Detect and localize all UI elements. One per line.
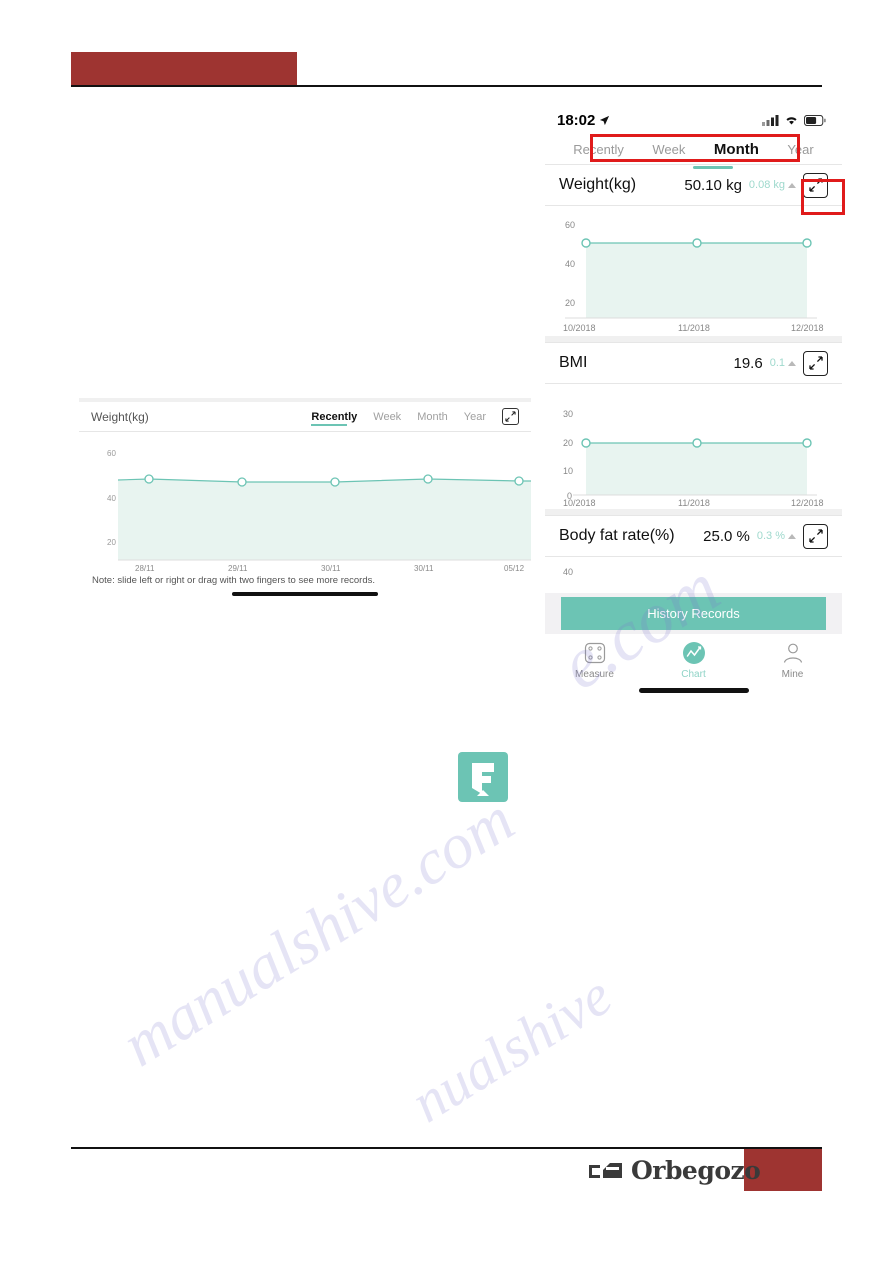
metric-delta-bmi-text: 0.1 bbox=[769, 357, 785, 369]
location-arrow-icon bbox=[600, 115, 610, 125]
history-records-button[interactable]: History Records bbox=[561, 597, 826, 630]
metric-value-bodyfat: 25.0 % bbox=[703, 527, 750, 545]
bodyfat-month-chart: 40 bbox=[545, 557, 842, 593]
tabbar-label-chart: Chart bbox=[681, 669, 706, 680]
chart-line-icon bbox=[682, 642, 705, 664]
metric-values-bodyfat: 25.0 % 0.3 % bbox=[703, 523, 828, 549]
orbegozo-logo-icon bbox=[588, 1160, 624, 1181]
tab-week[interactable]: Week bbox=[373, 411, 401, 423]
x-tick-1: 11/2018 bbox=[678, 498, 710, 508]
battery-icon bbox=[804, 114, 826, 126]
status-bar-indicators bbox=[762, 114, 826, 126]
chart-title-weight: Weight(kg) bbox=[91, 409, 149, 424]
tab-year[interactable]: Year bbox=[464, 411, 486, 423]
expand-button-bmi[interactable] bbox=[803, 350, 828, 376]
metric-label-weight: Weight(kg) bbox=[559, 176, 637, 193]
status-bar: 18:02 bbox=[545, 106, 842, 134]
annotation-box-period-tabs bbox=[590, 134, 800, 162]
x-tick-3: 30/11 bbox=[414, 564, 434, 572]
expand-arrows-icon bbox=[808, 356, 823, 370]
brand-name: Orbegozo bbox=[631, 1155, 761, 1185]
y-tick-30: 30 bbox=[563, 409, 573, 419]
watermark-text-1: manualshive.com bbox=[109, 783, 526, 1080]
expand-button-bodyfat[interactable] bbox=[803, 523, 828, 549]
y-tick-60: 60 bbox=[107, 449, 116, 458]
page-header-rule bbox=[71, 85, 822, 87]
metric-label-bodyfat: Body fat rate(%) bbox=[559, 527, 675, 544]
x-tick-2: 12/2018 bbox=[791, 323, 824, 333]
wifi-icon bbox=[786, 117, 797, 125]
annotation-box-expand-button bbox=[801, 179, 845, 215]
y-tick-10: 10 bbox=[563, 466, 573, 476]
tabbar-item-measure[interactable]: Measure bbox=[555, 640, 635, 680]
weight-month-chart: 60 40 20 10/2018 11/2018 12/2018 bbox=[545, 206, 842, 336]
metric-delta-weight: 0.08 kg bbox=[749, 179, 796, 191]
y-tick-20: 20 bbox=[107, 538, 116, 547]
metric-value-bmi: 19.6 bbox=[733, 354, 763, 372]
y-tick-20: 20 bbox=[565, 298, 575, 308]
bmi-month-chart: 30 20 10 0 10/2018 11/2018 12/2018 bbox=[545, 384, 842, 509]
scale-icon bbox=[584, 642, 605, 664]
y-tick-40: 40 bbox=[565, 259, 575, 269]
metric-row-bodyfat[interactable]: Body fat rate(%) 25.0 % 0.3 % bbox=[545, 515, 842, 557]
phone-screenshot-recently-view: Weight(kg) Recently Week Month Year 60 4… bbox=[79, 398, 531, 603]
metric-delta-bmi: 0.1 bbox=[770, 357, 796, 369]
x-tick-0: 28/11 bbox=[135, 564, 155, 572]
triangle-up-icon bbox=[788, 182, 796, 188]
active-tab-indicator bbox=[693, 166, 733, 169]
history-records-container: History Records bbox=[545, 593, 842, 634]
phone-screenshot-month-view: 18:02 Recently Week Month Year Weight(kg… bbox=[545, 106, 842, 752]
active-tab-indicator bbox=[311, 424, 348, 426]
expand-arrows-icon bbox=[505, 411, 516, 422]
metric-delta-bodyfat: 0.3 % bbox=[757, 530, 796, 542]
cellular-signal-icon bbox=[762, 115, 779, 126]
x-tick-2: 30/11 bbox=[321, 564, 341, 572]
metric-row-weight[interactable]: Weight(kg) 50.10 kg 0.08 kg bbox=[545, 164, 842, 206]
chart-card-header: Weight(kg) Recently Week Month Year bbox=[79, 402, 531, 432]
metric-label-bmi: BMI bbox=[559, 354, 588, 371]
home-indicator bbox=[638, 688, 749, 693]
x-tick-0: 10/2018 bbox=[563, 498, 596, 508]
x-tick-4: 05/12 bbox=[504, 564, 525, 572]
x-tick-1: 29/11 bbox=[228, 564, 248, 572]
tabbar-item-mine[interactable]: Mine bbox=[753, 640, 833, 680]
tabbar-label-measure: Measure bbox=[575, 669, 614, 680]
watermark-text-3: nualshive bbox=[399, 962, 623, 1135]
tab-recently[interactable]: Recently bbox=[311, 411, 357, 423]
person-icon bbox=[783, 643, 802, 663]
triangle-up-icon bbox=[788, 533, 796, 539]
metric-value-weight: 50.10 kg bbox=[684, 176, 742, 194]
status-bar-time-group: 18:02 bbox=[557, 112, 610, 129]
expand-arrows-icon bbox=[808, 529, 823, 543]
metric-values-bmi: 19.6 0.1 bbox=[733, 350, 828, 376]
tab-month[interactable]: Month bbox=[417, 411, 448, 423]
metric-row-bmi[interactable]: BMI 19.6 0.1 bbox=[545, 342, 842, 384]
chart-help-note: Note: slide left or right or drag with t… bbox=[92, 575, 376, 586]
y-tick-40: 40 bbox=[107, 494, 116, 503]
brand-logo: Orbegozo bbox=[588, 1153, 761, 1187]
bottom-tab-bar[interactable]: Measure Chart Mine bbox=[545, 634, 842, 682]
home-indicator bbox=[232, 592, 378, 596]
page-header-band bbox=[71, 52, 297, 87]
metric-delta-bodyfat-text: 0.3 % bbox=[756, 530, 785, 542]
fitness-app-icon bbox=[458, 752, 508, 802]
y-tick-40: 40 bbox=[563, 567, 573, 577]
period-tab-bar-left[interactable]: Recently Week Month Year bbox=[311, 408, 519, 426]
y-tick-60: 60 bbox=[565, 220, 575, 230]
x-tick-2: 12/2018 bbox=[791, 498, 824, 508]
y-tick-20: 20 bbox=[563, 438, 573, 448]
expand-button-left[interactable] bbox=[502, 408, 519, 425]
metric-delta-weight-text: 0.08 kg bbox=[748, 179, 785, 191]
tabbar-item-chart[interactable]: Chart bbox=[654, 640, 734, 680]
x-tick-0: 10/2018 bbox=[563, 323, 596, 333]
page-footer-rule bbox=[71, 1147, 822, 1149]
weight-recently-chart: 60 40 20 28/11 29/11 30/11 30/11 05/12 bbox=[79, 432, 531, 572]
x-tick-1: 11/2018 bbox=[678, 323, 710, 333]
tabbar-label-mine: Mine bbox=[781, 669, 804, 680]
status-time: 18:02 bbox=[557, 111, 596, 129]
triangle-up-icon bbox=[788, 360, 796, 366]
